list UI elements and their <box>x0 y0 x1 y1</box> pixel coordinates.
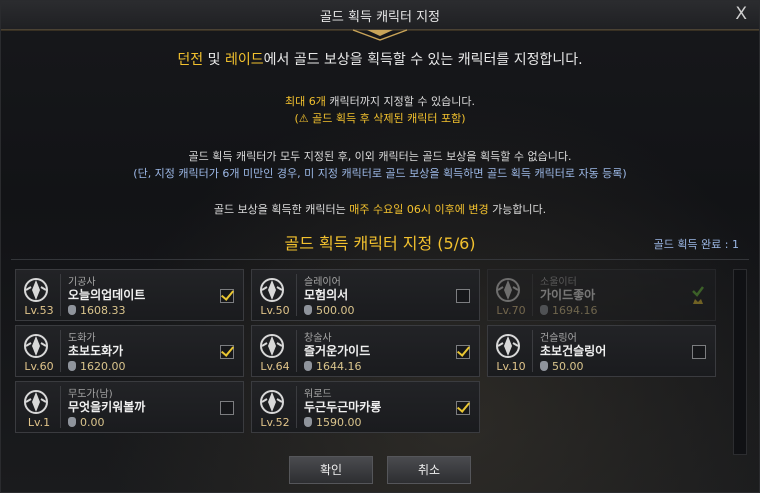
select-checkbox[interactable] <box>692 345 706 359</box>
character-level: Lv.64 <box>260 360 290 373</box>
character-name: 모험의서 <box>304 288 349 302</box>
notice-line-1: 던전 및 레이드에서 골드 보상을 획득할 수 있는 캐릭터를 지정합니다. <box>177 52 583 68</box>
souleater-emblem-icon <box>496 278 520 302</box>
gold-icon <box>304 305 312 315</box>
gold-icon <box>540 305 548 315</box>
close-button[interactable]: X <box>735 4 747 24</box>
confirm-button[interactable]: 확인 <box>289 456 373 484</box>
character-name: 가이드좋아 <box>540 288 596 302</box>
select-checkbox[interactable] <box>456 401 470 415</box>
character-card[interactable]: Lv.64 창술사 즐거운가이드 1644.16 <box>251 325 480 377</box>
notice-line-2: 최대 6개 캐릭터까지 지정할 수 있습니다. <box>285 95 475 108</box>
warlord-emblem-icon <box>260 390 284 414</box>
cancel-button[interactable]: 취소 <box>387 456 471 484</box>
character-level: Lv.10 <box>496 360 526 373</box>
gold-icon <box>68 417 76 427</box>
character-gold: 0.00 <box>68 416 105 429</box>
character-name: 두근두근마카롱 <box>304 400 382 414</box>
card-divider <box>60 274 61 316</box>
gold-icon <box>68 305 76 315</box>
gold-done-count: 골드 획득 완료 : 1 <box>653 238 739 251</box>
character-card[interactable]: Lv.70 소울이터 가이드좋아 1694.16 <box>487 269 716 321</box>
gold-icon <box>68 361 76 371</box>
character-level: Lv.50 <box>260 304 290 317</box>
character-gold: 1608.33 <box>68 304 126 317</box>
notice-line-3: (⚠ 골드 획득 후 삭제된 캐릭터 포함) <box>294 112 466 125</box>
card-divider <box>532 330 533 372</box>
select-checkbox[interactable] <box>456 345 470 359</box>
character-gold: 1590.00 <box>304 416 362 429</box>
character-name: 즐거운가이드 <box>304 344 371 358</box>
character-name: 초보도화가 <box>68 344 124 358</box>
card-divider <box>296 330 297 372</box>
gold-done-icon <box>692 286 704 304</box>
title-bar[interactable]: 골드 획득 캐릭터 지정 X <box>1 1 759 30</box>
fighter-emblem-icon <box>24 390 48 414</box>
card-divider <box>532 274 533 316</box>
card-divider <box>296 386 297 428</box>
artist-emblem-icon <box>24 334 48 358</box>
character-name: 무엇을키워볼까 <box>68 400 146 414</box>
header-ornament <box>1 29 759 41</box>
select-checkbox[interactable] <box>456 289 470 303</box>
character-gold: 1694.16 <box>540 304 598 317</box>
character-level: Lv.60 <box>24 360 54 373</box>
select-checkbox[interactable] <box>220 401 234 415</box>
character-name: 초보건슬링어 <box>540 344 607 358</box>
gold-icon <box>540 361 548 371</box>
character-level: Lv.1 <box>27 416 51 429</box>
select-checkbox[interactable] <box>220 289 234 303</box>
card-divider <box>296 274 297 316</box>
select-checkbox[interactable] <box>220 345 234 359</box>
gold-icon <box>304 417 312 427</box>
character-level: Lv.52 <box>260 416 290 429</box>
character-card[interactable]: Lv.53 기공사 오늘의업데이트 1608.33 <box>15 269 244 321</box>
section-divider <box>11 259 749 260</box>
soulfist-emblem-icon <box>24 278 48 302</box>
lancemaster-emblem-icon <box>260 334 284 358</box>
character-level: Lv.53 <box>24 304 54 317</box>
scrollbar[interactable] <box>733 269 747 455</box>
gold-icon <box>304 361 312 371</box>
card-divider <box>60 386 61 428</box>
character-name: 오늘의업데이트 <box>68 288 146 302</box>
notice-line-6: 골드 보상을 획득한 캐릭터는 매주 수요일 06시 이후에 변경 가능합니다. <box>213 203 547 216</box>
character-card[interactable]: Lv.10 건슬링어 초보건슬링어 50.00 <box>487 325 716 377</box>
character-level: Lv.70 <box>496 304 526 317</box>
character-card[interactable]: Lv.1 무도가(남) 무엇을키워볼까 0.00 <box>15 381 244 433</box>
card-divider <box>60 330 61 372</box>
notice-line-4: 골드 획득 캐릭터가 모두 지정된 후, 이외 캐릭터는 골드 보상을 획득할 … <box>188 150 572 163</box>
character-gold: 1620.00 <box>68 360 126 373</box>
character-card[interactable]: Lv.52 워로드 두근두근마카롱 1590.00 <box>251 381 480 433</box>
gunslinger-emblem-icon <box>496 334 520 358</box>
character-gold: 1644.16 <box>304 360 362 373</box>
character-gold: 500.00 <box>304 304 355 317</box>
dialog-title: 골드 획득 캐릭터 지정 <box>319 10 441 25</box>
slayer-emblem-icon <box>260 278 284 302</box>
character-card[interactable]: Lv.60 도화가 초보도화가 1620.00 <box>15 325 244 377</box>
section-title: 골드 획득 캐릭터 지정 (5/6) <box>284 234 476 253</box>
character-card[interactable]: Lv.50 슬레이어 모험의서 500.00 <box>251 269 480 321</box>
gold-character-dialog: 골드 획득 캐릭터 지정 X 던전 및 레이드에서 골드 보상을 획득할 수 있… <box>0 0 760 493</box>
notice-line-5: (단, 지정 캐릭터가 6개 미만인 경우, 미 지정 캐릭터로 골드 보상을 … <box>133 167 627 180</box>
character-gold: 50.00 <box>540 360 584 373</box>
